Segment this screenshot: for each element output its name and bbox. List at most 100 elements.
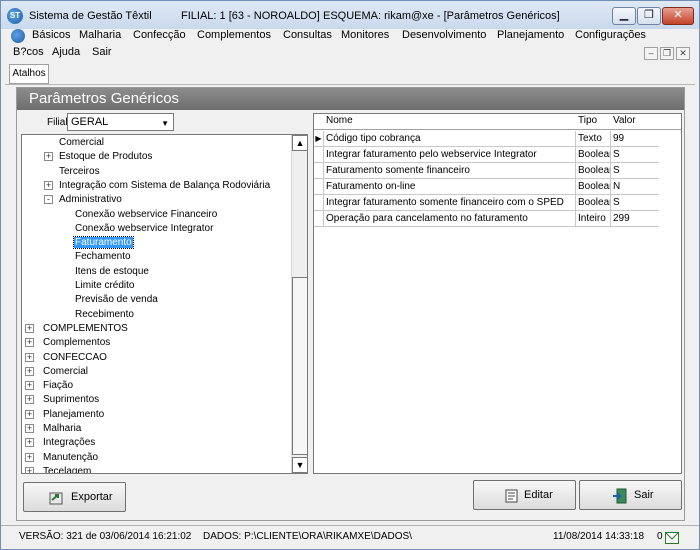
expand-icon[interactable]: + bbox=[25, 452, 34, 462]
sair-button[interactable]: Sair bbox=[579, 480, 682, 510]
expand-icon[interactable]: + bbox=[25, 395, 34, 405]
expand-icon[interactable]: + bbox=[25, 466, 34, 473]
cell-nome[interactable]: Integrar faturamento pelo webservice Int… bbox=[326, 149, 574, 160]
tree-node[interactable]: + Integrações bbox=[25, 436, 96, 450]
tree-node[interactable]: + Suprimentos bbox=[25, 393, 100, 407]
menu-consultas[interactable]: Consultas bbox=[283, 29, 332, 41]
cell-tipo[interactable]: Boolean bbox=[578, 149, 611, 160]
expand-icon[interactable]: + bbox=[44, 180, 53, 190]
cell-nome[interactable]: Operação para cancelamento no faturament… bbox=[326, 213, 574, 224]
close-button[interactable]: ✕ bbox=[662, 7, 694, 25]
table-row[interactable]: Operação para cancelamento no faturament… bbox=[314, 211, 659, 227]
tree-node[interactable]: Conexão webservice Financeiro bbox=[74, 208, 218, 222]
minimize-button[interactable]: ▁ bbox=[612, 7, 636, 25]
cell-nome[interactable]: Código tipo cobrança bbox=[326, 133, 574, 144]
cell-tipo[interactable]: Inteiro bbox=[578, 213, 611, 224]
tree-node[interactable]: Previsão de venda bbox=[74, 293, 159, 307]
tree-node[interactable]: Terceiros bbox=[58, 165, 101, 179]
tree-node[interactable]: Limite crédito bbox=[74, 279, 135, 293]
cell-valor[interactable]: N bbox=[613, 181, 657, 192]
column-header-tipo[interactable]: Tipo bbox=[578, 115, 597, 126]
cell-tipo[interactable]: Boolean bbox=[578, 181, 611, 192]
tree-node[interactable]: + Complementos bbox=[25, 336, 111, 350]
tree-node[interactable]: + COMPLEMENTOS bbox=[25, 322, 129, 336]
tree-node[interactable]: + Integração com Sistema de Balança Rodov… bbox=[44, 179, 271, 193]
cell-tipo[interactable]: Boolean bbox=[578, 165, 611, 176]
filial-select[interactable]: GERAL ▼ bbox=[67, 113, 174, 131]
tree-node[interactable]: + Comercial bbox=[25, 365, 89, 379]
parameters-tree[interactable]: Comercial + Estoque de Produtos Terceiros + I… bbox=[21, 134, 308, 474]
tree-node[interactable]: + Malharia bbox=[25, 422, 82, 436]
expand-icon[interactable]: + bbox=[25, 438, 34, 448]
scroll-up-button[interactable]: ▲ bbox=[292, 135, 307, 151]
tree-node[interactable]: Conexão webservice Integrator bbox=[74, 222, 214, 236]
mail-icon[interactable] bbox=[665, 532, 679, 544]
menu-ajuda[interactable]: Ajuda bbox=[52, 46, 80, 58]
menu-sair[interactable]: Sair bbox=[92, 46, 112, 58]
tree-node[interactable]: Recebimento bbox=[74, 308, 135, 322]
exportar-button[interactable]: Exportar bbox=[23, 482, 126, 512]
tree-node[interactable]: + Tecelagem bbox=[25, 465, 92, 473]
menu-desenvolvimento[interactable]: Desenvolvimento bbox=[402, 29, 486, 41]
menu-planejamento[interactable]: Planejamento bbox=[497, 29, 564, 41]
expand-icon[interactable]: + bbox=[25, 409, 34, 419]
editar-button[interactable]: Editar bbox=[473, 480, 576, 510]
tree-node[interactable]: + Fiação bbox=[25, 379, 74, 393]
scroll-down-button[interactable]: ▼ bbox=[292, 457, 307, 473]
cell-valor[interactable]: S bbox=[613, 149, 657, 160]
tree-node[interactable]: + Manutenção bbox=[25, 451, 99, 465]
chevron-down-icon[interactable]: ▼ bbox=[161, 116, 169, 132]
tree-node[interactable]: Faturamento bbox=[73, 236, 134, 250]
expand-icon[interactable]: + bbox=[25, 352, 34, 362]
expand-icon[interactable]: + bbox=[25, 323, 34, 333]
table-row[interactable]: Integrar faturamento somente financeiro … bbox=[314, 195, 659, 211]
atalhos-tab[interactable]: Atalhos bbox=[9, 64, 49, 84]
scroll-thumb[interactable] bbox=[292, 277, 307, 455]
column-divider bbox=[575, 195, 576, 211]
mdi-close-button[interactable]: ✕ bbox=[676, 47, 690, 60]
cell-valor[interactable]: S bbox=[613, 197, 657, 208]
cell-valor[interactable]: S bbox=[613, 165, 657, 176]
cell-nome[interactable]: Faturamento somente financeiro bbox=[326, 165, 574, 176]
mdi-restore-button[interactable]: ❐ bbox=[660, 47, 674, 60]
exit-door-icon bbox=[613, 488, 627, 504]
tree-node[interactable]: + CONFECCAO bbox=[25, 351, 108, 365]
mdi-minimize-button[interactable]: – bbox=[644, 47, 658, 60]
menu-complementos[interactable]: Complementos bbox=[197, 29, 271, 41]
table-row[interactable]: Integrar faturamento pelo webservice Int… bbox=[314, 147, 659, 163]
cell-tipo[interactable]: Boolean bbox=[578, 197, 611, 208]
menu-monitores[interactable]: Monitores bbox=[341, 29, 389, 41]
tree-node[interactable]: + Estoque de Produtos bbox=[44, 150, 153, 164]
maximize-button[interactable]: ❐ bbox=[637, 7, 661, 25]
expand-icon[interactable]: + bbox=[44, 152, 53, 162]
cell-valor[interactable]: 99 bbox=[613, 133, 657, 144]
cell-valor[interactable]: 299 bbox=[613, 213, 657, 224]
menu-basicos[interactable]: Básicos bbox=[32, 29, 71, 41]
column-header-valor[interactable]: Valor bbox=[613, 115, 636, 126]
expand-icon[interactable]: + bbox=[25, 338, 34, 348]
menu-malharia[interactable]: Malharia bbox=[79, 29, 121, 41]
tree-node[interactable]: Comercial bbox=[58, 136, 105, 150]
column-divider bbox=[610, 131, 611, 147]
expand-icon[interactable]: + bbox=[25, 366, 34, 376]
tree-node[interactable]: Fechamento bbox=[74, 250, 132, 264]
tree-node[interactable]: - Administrativo bbox=[44, 193, 123, 207]
tree-node[interactable]: Itens de estoque bbox=[74, 265, 150, 279]
menu-configuracoes[interactable]: Configurações bbox=[575, 29, 646, 41]
expand-icon[interactable]: + bbox=[25, 381, 34, 391]
parameters-grid[interactable]: Nome Tipo Valor ▶ Código tipo cobrança Tex… bbox=[313, 113, 682, 474]
table-row[interactable]: ▶ Código tipo cobrança Texto 99 bbox=[314, 131, 659, 147]
menu-bancos[interactable]: B?cos bbox=[13, 46, 44, 58]
cell-nome[interactable]: Integrar faturamento somente financeiro … bbox=[326, 197, 574, 208]
expand-icon[interactable]: + bbox=[25, 424, 34, 433]
tree-scrollbar[interactable]: ▲ ▼ bbox=[291, 135, 307, 473]
table-row[interactable]: Faturamento on-line BooleanN bbox=[314, 179, 659, 195]
tree-node[interactable]: + Planejamento bbox=[25, 408, 105, 422]
cell-tipo[interactable]: Texto bbox=[578, 133, 611, 144]
column-header-nome[interactable]: Nome bbox=[326, 115, 353, 126]
title-bar[interactable]: ST Sistema de Gestão Têxtil FILIAL: 1 [6… bbox=[1, 1, 699, 29]
collapse-icon[interactable]: - bbox=[44, 195, 53, 205]
table-row[interactable]: Faturamento somente financeiro BooleanS bbox=[314, 163, 659, 179]
cell-nome[interactable]: Faturamento on-line bbox=[326, 181, 574, 192]
menu-confeccao[interactable]: Confecção bbox=[133, 29, 186, 41]
